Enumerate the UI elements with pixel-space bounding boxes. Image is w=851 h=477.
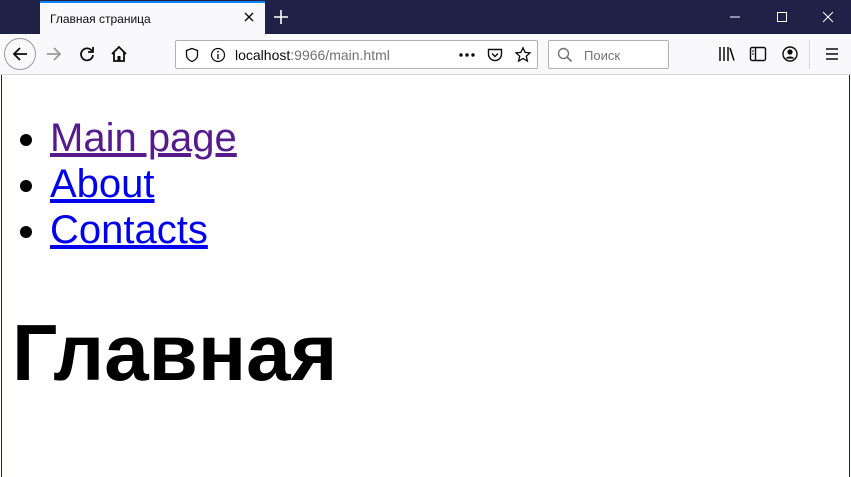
list-item: Contacts xyxy=(50,207,237,253)
navigation-toolbar: localhost:9966/main.html Поиск xyxy=(0,34,851,75)
list-item: About xyxy=(50,161,237,207)
shield-icon[interactable] xyxy=(184,47,200,63)
hamburger-menu-icon[interactable] xyxy=(822,44,842,64)
forward-arrow-icon[interactable] xyxy=(40,39,70,69)
active-tab[interactable]: Главная страница xyxy=(40,1,265,34)
info-icon[interactable] xyxy=(210,47,226,63)
search-placeholder: Поиск xyxy=(584,48,621,63)
sidebar-icon[interactable] xyxy=(748,44,768,64)
page-nav-list: Main page About Contacts xyxy=(50,115,237,253)
list-item: Main page xyxy=(50,115,237,161)
account-icon[interactable] xyxy=(780,44,800,64)
library-icon[interactable] xyxy=(717,44,737,64)
page-content: Main page About Contacts Главная xyxy=(1,75,850,477)
url-path: :9966/main.html xyxy=(290,47,390,63)
tab-title: Главная страница xyxy=(50,12,151,26)
title-bar: Главная страница xyxy=(0,0,851,34)
url-text: localhost:9966/main.html xyxy=(235,47,390,63)
more-dots-icon[interactable] xyxy=(457,47,477,63)
page-heading: Главная xyxy=(12,308,338,397)
window-close-icon[interactable] xyxy=(817,6,839,28)
about-link[interactable]: About xyxy=(50,162,155,206)
pocket-icon[interactable] xyxy=(486,46,504,64)
search-icon xyxy=(557,47,573,63)
home-icon[interactable] xyxy=(104,39,134,69)
minimize-icon[interactable] xyxy=(724,6,746,28)
back-arrow-icon[interactable] xyxy=(4,38,36,70)
url-host: localhost xyxy=(235,47,291,63)
main-page-link[interactable]: Main page xyxy=(50,116,237,160)
close-icon[interactable] xyxy=(241,9,257,25)
star-icon[interactable] xyxy=(514,46,532,64)
address-bar[interactable]: localhost:9966/main.html xyxy=(175,40,538,69)
search-bar[interactable]: Поиск xyxy=(548,40,669,69)
maximize-icon[interactable] xyxy=(771,6,793,28)
reload-icon[interactable] xyxy=(72,39,102,69)
plus-icon[interactable] xyxy=(272,8,290,26)
toolbar-separator xyxy=(809,40,810,69)
contacts-link[interactable]: Contacts xyxy=(50,208,208,252)
